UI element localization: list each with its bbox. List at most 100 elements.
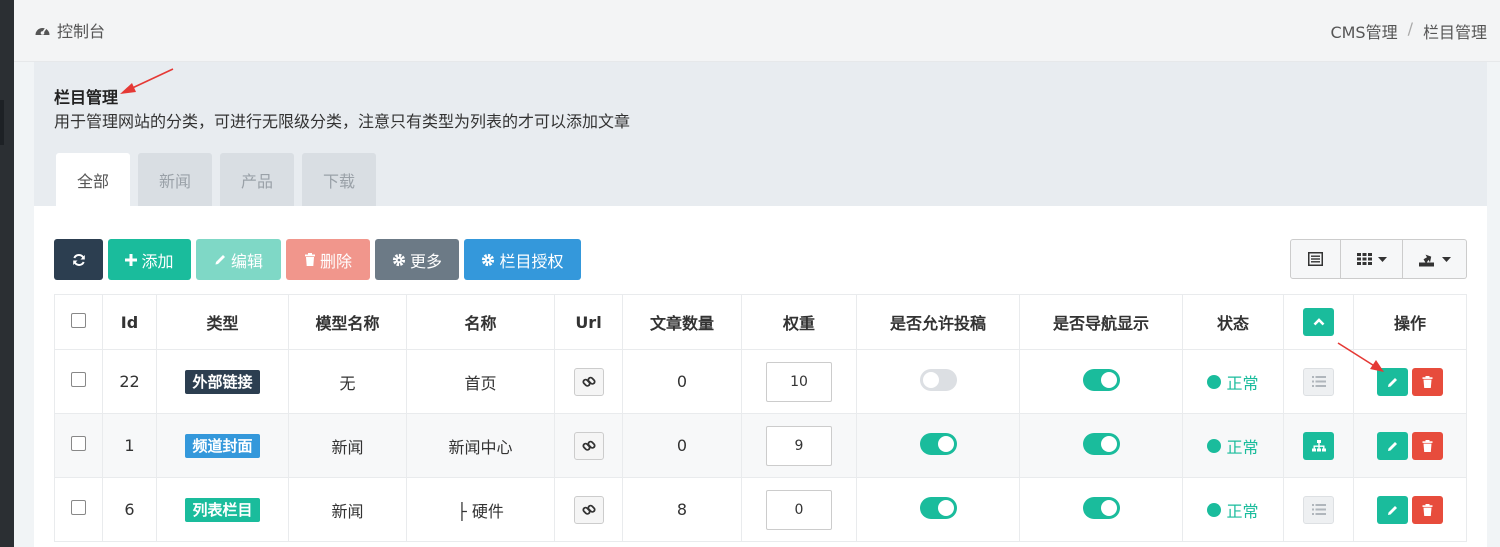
weight-input[interactable] <box>766 361 832 402</box>
sitemap-icon <box>1311 439 1326 451</box>
url-link-button[interactable] <box>573 495 604 524</box>
caret-down-icon <box>1377 256 1387 262</box>
subtree-toggle-button[interactable] <box>1303 431 1334 460</box>
col-type[interactable]: 类型 <box>156 294 289 350</box>
row-model: 新闻 <box>288 477 407 542</box>
breadcrumb-cms[interactable]: CMS管理 <box>1330 19 1397 43</box>
row-name: 新闻中心 <box>406 413 555 478</box>
panel-body: 添加 编辑 删除 更多 栏目授权 Id 类型 模型名称 名称 Url 文章数量 … <box>34 206 1487 547</box>
pencil-icon <box>1387 505 1397 515</box>
table-row: 6 列表栏目 新闻 ├ 硬件 8 正常 <box>54 477 1467 542</box>
row-articles: 0 <box>622 413 742 478</box>
list-toggle-button[interactable] <box>1303 495 1334 524</box>
row-operations <box>1377 495 1443 524</box>
row-delete-button[interactable] <box>1412 367 1443 396</box>
pencil-icon <box>1387 377 1397 387</box>
edit-button[interactable]: 编辑 <box>196 239 281 280</box>
more-button-label: 更多 <box>409 251 442 271</box>
gear-icon <box>392 253 406 266</box>
view-options <box>1290 239 1467 279</box>
col-url[interactable]: Url <box>554 294 623 350</box>
row-edit-button[interactable] <box>1377 431 1408 460</box>
row-checkbox[interactable] <box>71 500 86 515</box>
more-button[interactable]: 更多 <box>375 239 459 280</box>
export-dropdown-button[interactable] <box>1403 239 1467 279</box>
grid-icon <box>1356 253 1372 265</box>
refresh-icon <box>72 253 85 266</box>
allow-submit-toggle[interactable] <box>919 432 957 455</box>
allow-submit-toggle[interactable] <box>919 368 957 391</box>
add-button[interactable]: 添加 <box>108 239 191 280</box>
col-status[interactable]: 状态 <box>1182 294 1284 350</box>
list-alt-icon <box>1308 252 1323 266</box>
category-auth-label: 栏目授权 <box>499 251 564 271</box>
top-header: 控制台 CMS管理 / 栏目管理 <box>14 0 1500 62</box>
row-delete-button[interactable] <box>1412 431 1443 460</box>
nav-show-toggle[interactable] <box>1082 496 1120 519</box>
tab-product[interactable]: 产品 <box>220 153 294 206</box>
refresh-button[interactable] <box>54 239 103 280</box>
status-badge: 正常 <box>1207 370 1259 394</box>
col-weight[interactable]: 权重 <box>741 294 857 350</box>
row-id: 22 <box>102 349 157 414</box>
nav-show-toggle[interactable] <box>1082 368 1120 391</box>
pencil-icon <box>215 255 225 265</box>
select-all-checkbox[interactable] <box>71 312 86 328</box>
tab-download[interactable]: 下载 <box>302 153 376 206</box>
status-badge: 正常 <box>1207 498 1259 522</box>
row-operations <box>1377 431 1443 460</box>
allow-submit-toggle[interactable] <box>919 496 957 519</box>
col-nav-show[interactable]: 是否导航显示 <box>1019 294 1183 350</box>
url-link-button[interactable] <box>573 431 604 460</box>
tab-news[interactable]: 新闻 <box>138 153 212 206</box>
toolbar: 添加 编辑 删除 更多 栏目授权 <box>54 239 581 280</box>
export-icon <box>1418 254 1434 266</box>
row-delete-button[interactable] <box>1412 495 1443 524</box>
table-row: 22 外部链接 无 首页 0 正常 <box>54 349 1467 414</box>
status-dot-icon <box>1207 502 1222 517</box>
columns-dropdown-button[interactable] <box>1341 239 1403 279</box>
row-name: ├ 硬件 <box>406 477 555 542</box>
url-link-button[interactable] <box>573 367 604 396</box>
page-description: 用于管理网站的分类，可进行无限级分类，注意只有类型为列表的才可以添加文章 <box>54 112 631 131</box>
row-edit-button[interactable] <box>1377 367 1408 396</box>
row-checkbox[interactable] <box>71 436 86 451</box>
row-checkbox[interactable] <box>71 372 86 387</box>
trash-icon <box>1422 439 1433 452</box>
col-name[interactable]: 名称 <box>406 294 555 350</box>
add-button-label: 添加 <box>141 251 174 271</box>
row-id: 6 <box>102 477 157 542</box>
type-badge: 列表栏目 <box>185 497 260 522</box>
row-name: 首页 <box>406 349 555 414</box>
breadcrumb-separator: / <box>1407 19 1413 38</box>
weight-input[interactable] <box>766 489 832 530</box>
weight-input[interactable] <box>766 425 832 466</box>
status-dot-icon <box>1207 374 1222 389</box>
toggle-view-button[interactable] <box>1290 239 1341 279</box>
col-allow-submit[interactable]: 是否允许投稿 <box>856 294 1020 350</box>
row-articles: 8 <box>622 477 742 542</box>
trash-icon <box>1422 375 1433 388</box>
dashboard-link[interactable]: 控制台 <box>34 18 105 42</box>
category-auth-button[interactable]: 栏目授权 <box>464 239 581 280</box>
tab-all[interactable]: 全部 <box>56 153 130 206</box>
collapse-all-button[interactable] <box>1303 308 1334 336</box>
dashboard-label: 控制台 <box>57 22 106 41</box>
sidebar-active-marker <box>0 100 4 145</box>
list-toggle-button[interactable] <box>1303 367 1334 396</box>
row-operations <box>1377 367 1443 396</box>
col-operate: 操作 <box>1353 294 1467 350</box>
delete-button[interactable]: 删除 <box>286 239 370 280</box>
trash-icon <box>1422 503 1433 516</box>
trash-icon <box>304 253 315 266</box>
col-articles[interactable]: 文章数量 <box>622 294 742 350</box>
nav-show-toggle[interactable] <box>1082 432 1120 455</box>
category-tabs: 全部 新闻 产品 下载 <box>56 153 376 206</box>
col-id[interactable]: Id <box>102 294 157 350</box>
col-model[interactable]: 模型名称 <box>288 294 407 350</box>
table-row: 1 频道封面 新闻 新闻中心 0 正常 <box>54 413 1467 478</box>
breadcrumb-current: 栏目管理 <box>1422 23 1487 42</box>
row-edit-button[interactable] <box>1377 495 1408 524</box>
dashboard-icon <box>35 27 50 35</box>
edit-button-label: 编辑 <box>230 251 263 271</box>
